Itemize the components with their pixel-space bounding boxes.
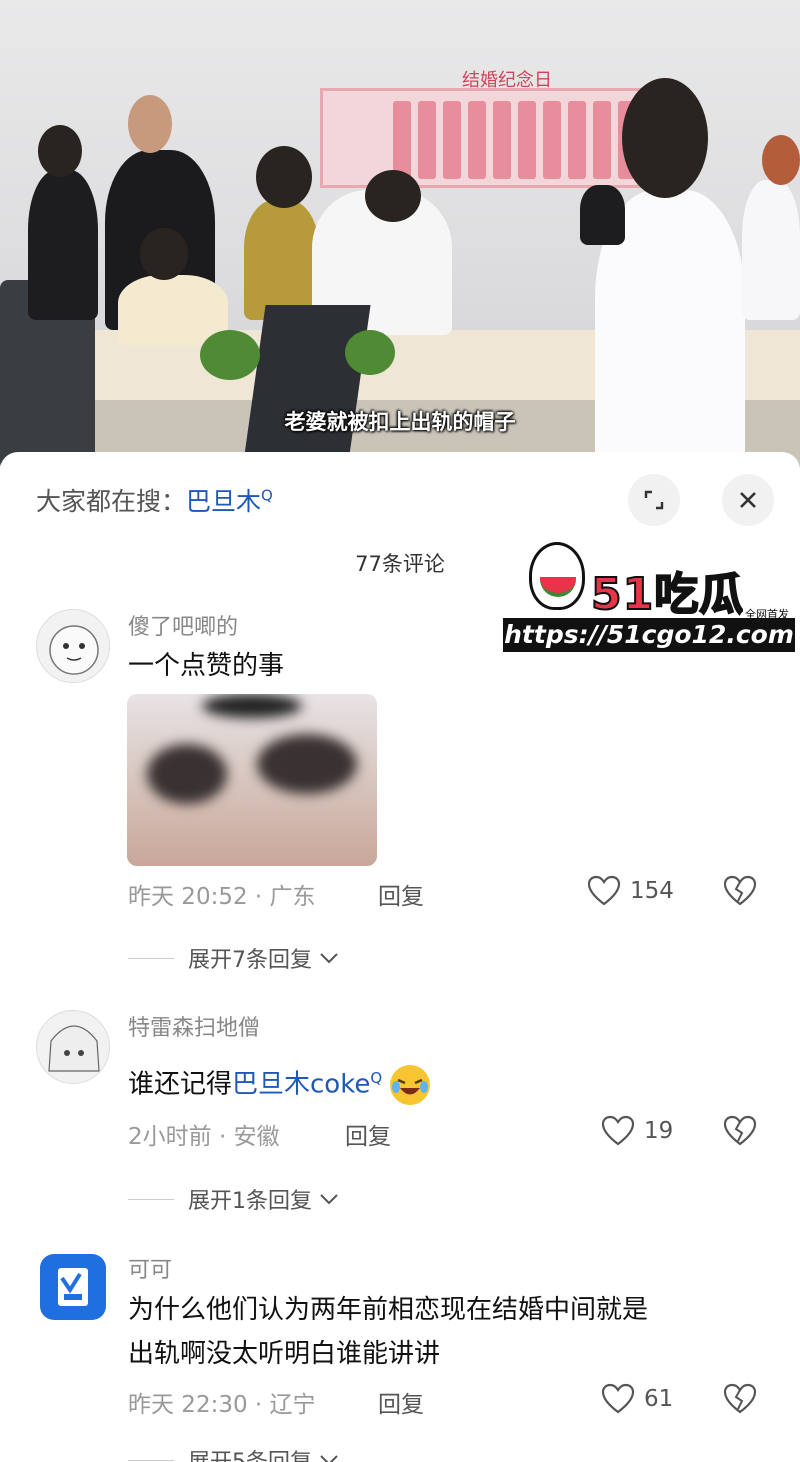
comment-meta: 2小时前 · 安徽 bbox=[128, 1124, 280, 1150]
comment-meta: 昨天 20:52 · 广东 bbox=[128, 884, 316, 910]
dislike-button[interactable] bbox=[722, 875, 762, 915]
comment-time: 昨天 22:30 bbox=[128, 1392, 248, 1418]
chevron-down-icon bbox=[320, 1194, 338, 1205]
video-subtitle: 老婆就被扣上出轨的帽子 bbox=[284, 410, 516, 434]
watermark-url: https://51cgo12.com bbox=[503, 618, 795, 652]
like-count: 19 bbox=[644, 1118, 674, 1144]
person bbox=[244, 200, 319, 320]
close-icon bbox=[740, 492, 756, 508]
expand-replies-label: 展开1条回复 bbox=[188, 1189, 312, 1214]
trending-search[interactable]: 大家都在搜：巴旦木Q bbox=[36, 482, 273, 518]
avatar[interactable] bbox=[36, 609, 110, 683]
comment-time: 2小时前 bbox=[128, 1124, 212, 1150]
chevron-down-icon bbox=[320, 1455, 338, 1462]
comment-text-line: 为什么他们认为两年前相恋现在结婚中间就是 bbox=[128, 1295, 649, 1325]
video-player[interactable]: 结婚纪念日 老婆就被扣上出轨的帽子 bbox=[0, 0, 800, 470]
broken-heart-icon bbox=[723, 1115, 757, 1146]
comment-username[interactable]: 特雷森扫地僧 bbox=[128, 1010, 260, 1042]
person bbox=[742, 180, 800, 320]
like-count: 154 bbox=[630, 878, 674, 904]
dislike-button[interactable] bbox=[722, 1115, 762, 1155]
comment-text: 谁还记得巴旦木cokeQ bbox=[128, 1056, 431, 1107]
site-watermark: 51吃瓜 全网首发 https://51cgo12.com bbox=[503, 540, 795, 652]
comment-image[interactable] bbox=[127, 694, 377, 866]
reply-button[interactable]: 回复 bbox=[378, 877, 424, 911]
close-button[interactable] bbox=[722, 474, 774, 526]
wall-title: 结婚纪念日 bbox=[462, 70, 552, 91]
expand-replies-button[interactable]: 展开1条回复 bbox=[128, 1183, 340, 1215]
comment-location: 辽宁 bbox=[269, 1392, 316, 1418]
search-term-link[interactable]: 巴旦木 bbox=[186, 487, 261, 516]
expand-arrows-icon bbox=[644, 490, 664, 510]
comment-meta: 昨天 22:30 · 辽宁 bbox=[128, 1392, 316, 1418]
like-button[interactable]: 154 bbox=[586, 875, 674, 907]
search-q-icon: Q bbox=[370, 1069, 383, 1087]
dislike-button[interactable] bbox=[722, 1383, 762, 1423]
watermark-logo: 51吃瓜 bbox=[590, 568, 745, 621]
comment-text-line: 出轨啊没太听明白谁能讲讲 bbox=[128, 1339, 441, 1369]
expand-replies-button[interactable]: 展开5条回复 bbox=[128, 1444, 340, 1462]
expand-replies-label: 展开5条回复 bbox=[188, 1444, 312, 1462]
wall-decoration bbox=[320, 88, 650, 188]
heart-icon bbox=[601, 1115, 635, 1146]
like-button[interactable]: 61 bbox=[600, 1383, 673, 1415]
person bbox=[28, 170, 98, 320]
comment-text: 一个点赞的事 bbox=[128, 651, 285, 681]
like-button[interactable]: 19 bbox=[600, 1115, 673, 1147]
laughing-emoji-icon bbox=[390, 1065, 431, 1106]
reply-button[interactable]: 回复 bbox=[345, 1117, 391, 1151]
heart-icon bbox=[601, 1383, 635, 1414]
search-q-icon: Q bbox=[261, 486, 273, 505]
comment-location: 广东 bbox=[269, 884, 316, 910]
reply-button[interactable]: 回复 bbox=[378, 1385, 424, 1419]
comment-username[interactable]: 傻了吧唧的 bbox=[128, 609, 238, 641]
broken-heart-icon bbox=[723, 1383, 757, 1414]
avatar[interactable] bbox=[36, 1010, 110, 1084]
comment-text-prefix: 谁还记得 bbox=[128, 1069, 233, 1100]
comment-location: 安徽 bbox=[233, 1124, 280, 1150]
avatar[interactable] bbox=[40, 1254, 106, 1320]
comment-time: 昨天 20:52 bbox=[128, 884, 248, 910]
like-count: 61 bbox=[644, 1386, 674, 1412]
chevron-down-icon bbox=[320, 953, 338, 964]
heart-icon bbox=[587, 875, 621, 906]
expand-icon[interactable] bbox=[628, 474, 680, 526]
watermelon-mascot-icon bbox=[529, 542, 585, 610]
expand-replies-button[interactable]: 展开7条回复 bbox=[128, 942, 340, 974]
broken-heart-icon bbox=[723, 875, 757, 906]
person bbox=[580, 185, 625, 245]
comment-username[interactable]: 可可 bbox=[128, 1252, 172, 1284]
comment-text: 为什么他们认为两年前相恋现在结婚中间就是 出轨啊没太听明白谁能讲讲 bbox=[128, 1288, 648, 1376]
search-prefix: 大家都在搜： bbox=[36, 487, 187, 516]
expand-replies-label: 展开7条回复 bbox=[188, 948, 312, 973]
search-term-link[interactable]: 巴旦木coke bbox=[232, 1070, 370, 1100]
